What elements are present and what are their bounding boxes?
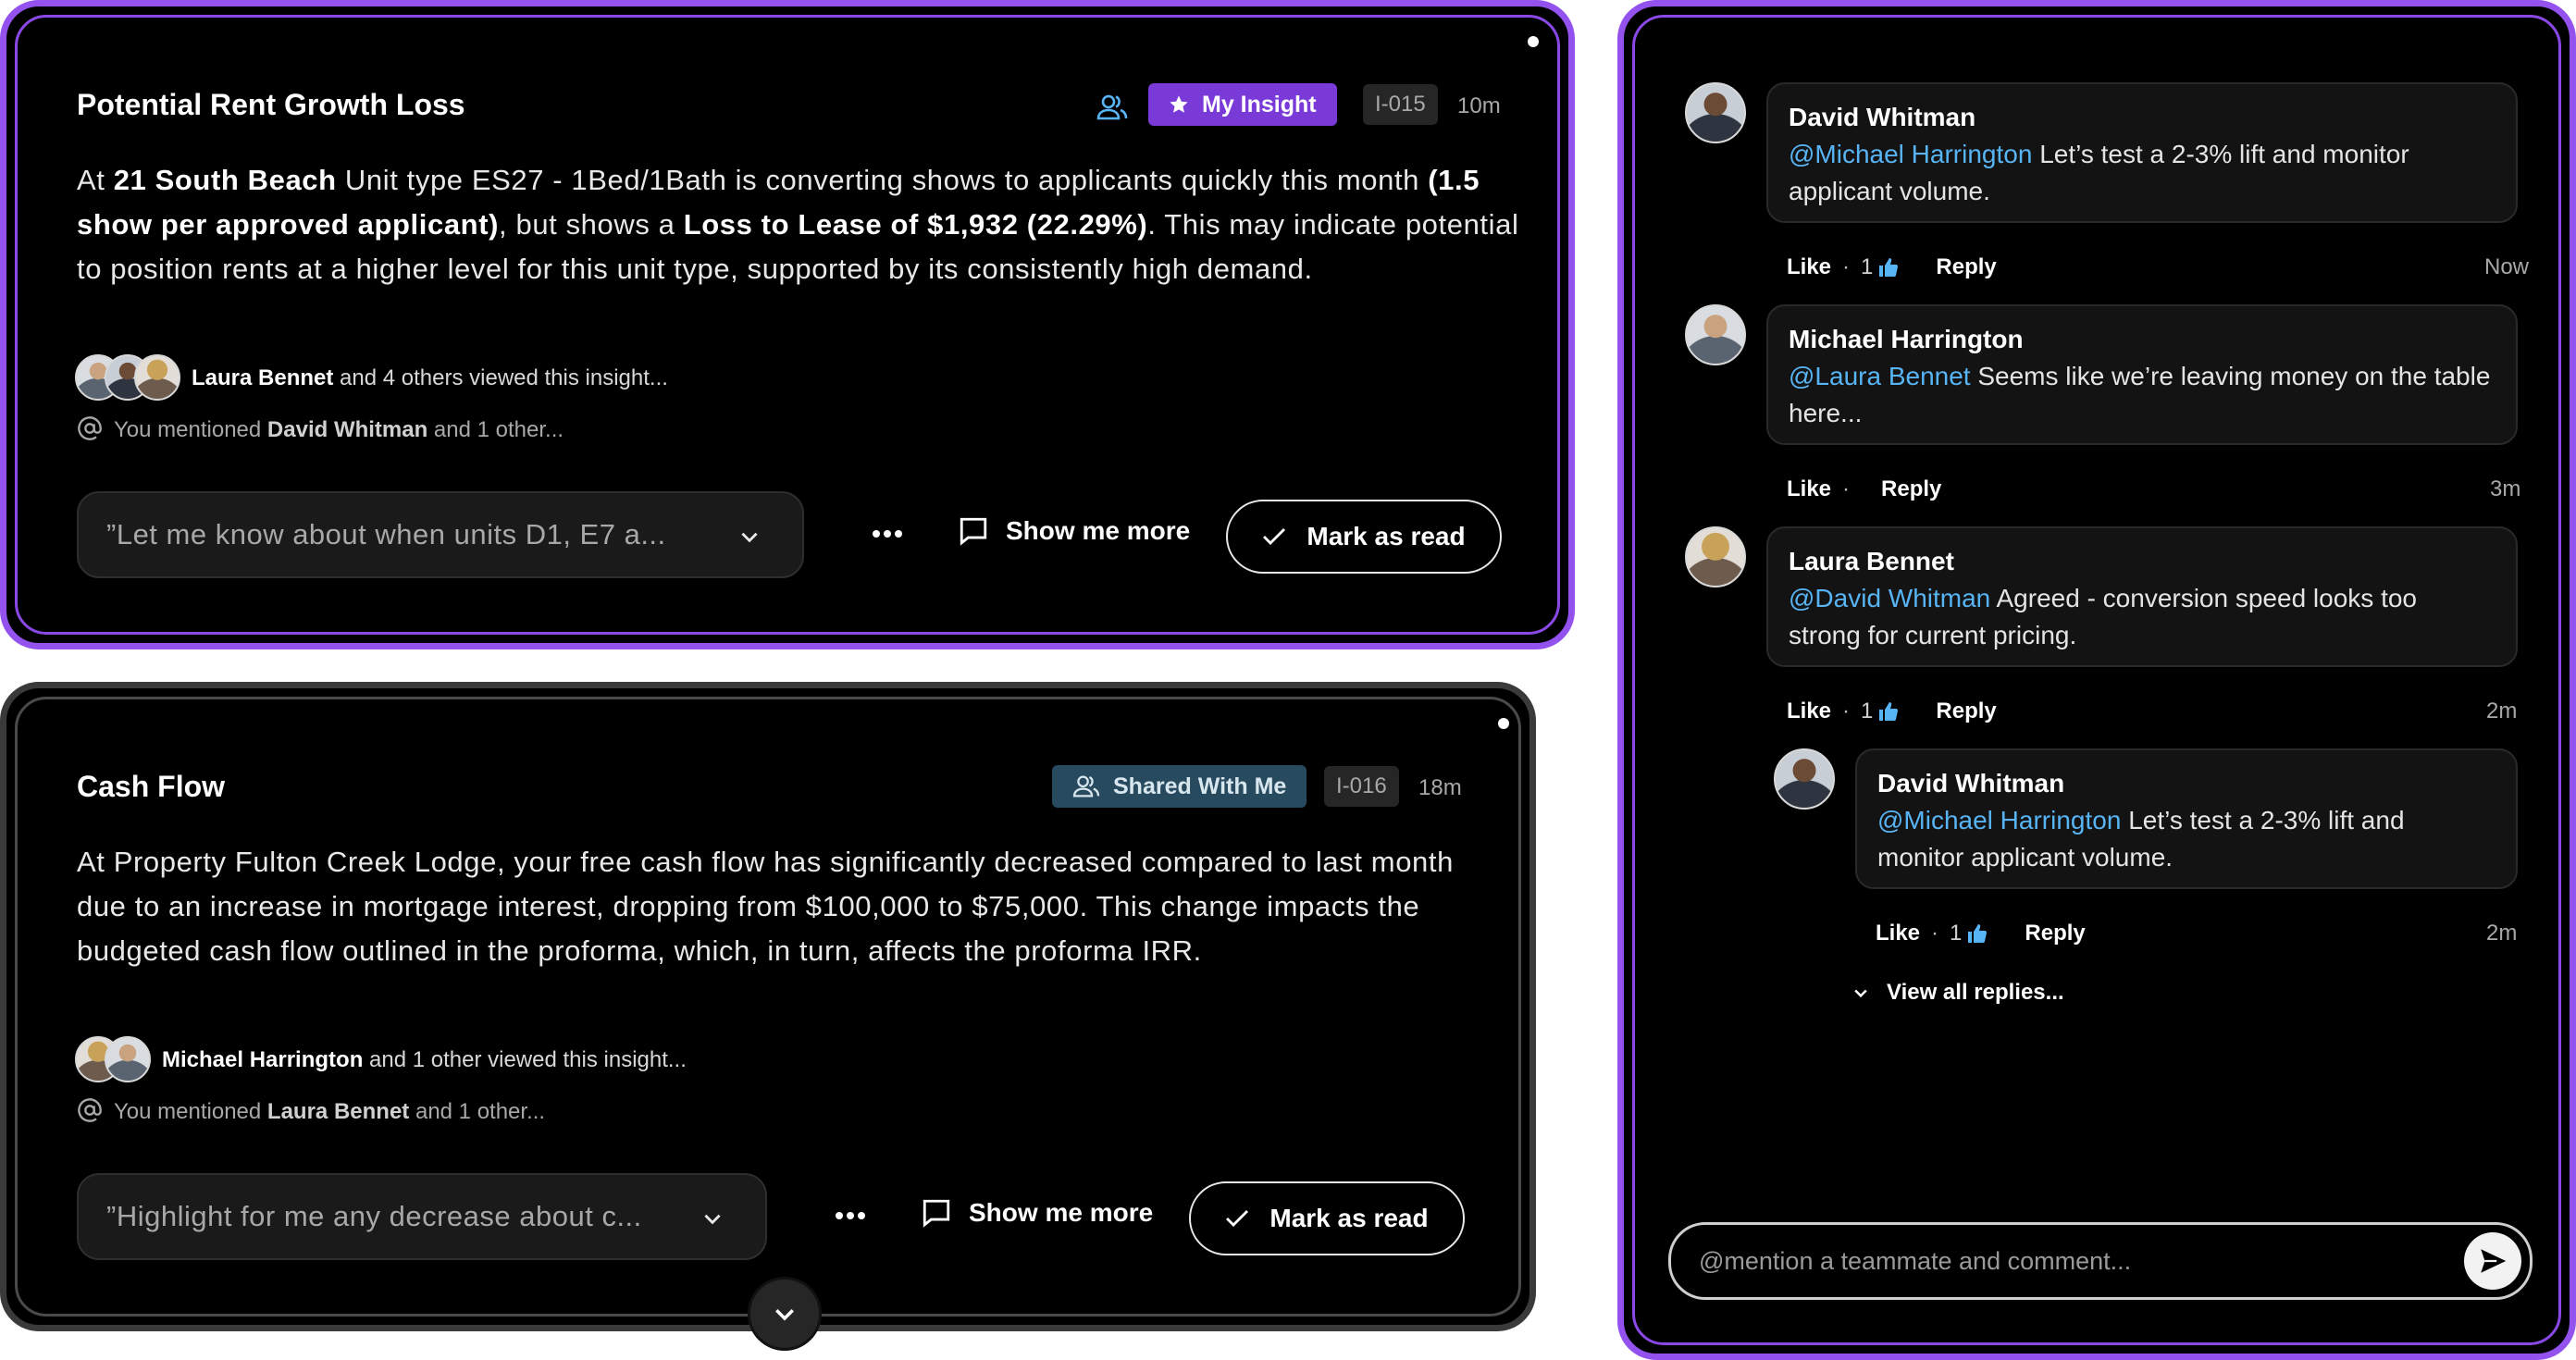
comment-author: David Whitman bbox=[1789, 103, 1976, 131]
shared-with-me-badge: Shared With Me bbox=[1052, 765, 1307, 808]
chevron-down-icon bbox=[1852, 983, 1870, 1002]
chevron-down-icon bbox=[771, 1300, 799, 1328]
reply-button[interactable]: Reply bbox=[1936, 699, 1996, 724]
comment-bubble: David Whitman @Michael Harrington Let’s … bbox=[1766, 82, 2518, 223]
reply-button[interactable]: Reply bbox=[2025, 921, 2085, 946]
viewer-avatars bbox=[75, 354, 186, 402]
more-options-icon[interactable] bbox=[834, 1199, 867, 1237]
at-mention-icon bbox=[77, 1097, 103, 1128]
scroll-down-button[interactable] bbox=[748, 1277, 822, 1351]
insight-card-cash-flow[interactable]: Cash Flow Shared With Me I-016 18m At Pr… bbox=[0, 682, 1536, 1331]
at-mention-icon bbox=[77, 415, 103, 446]
mentions-text: You mentioned Laura Bennet and 1 other..… bbox=[114, 1099, 546, 1124]
comment-text: @David Whitman Agreed - conversion speed… bbox=[1789, 584, 2417, 649]
mention-link[interactable]: @David Whitman bbox=[1789, 584, 1990, 612]
chevron-down-icon bbox=[700, 1205, 724, 1238]
thumbs-up-icon bbox=[1965, 922, 1989, 945]
unread-dot bbox=[1498, 718, 1509, 729]
insight-title: Cash Flow bbox=[77, 770, 226, 803]
comment-actions: Like · 1 Reply bbox=[1787, 699, 1997, 724]
mark-as-read-button[interactable]: Mark as read bbox=[1189, 1181, 1465, 1255]
comment-text: @Laura Bennet Seems like we’re leaving m… bbox=[1789, 362, 2491, 427]
like-button[interactable]: Like bbox=[1787, 254, 1831, 280]
like-button[interactable]: Like bbox=[1787, 699, 1831, 724]
mention-link[interactable]: @Laura Bennet bbox=[1789, 362, 1971, 390]
view-all-replies-link[interactable]: View all replies... bbox=[1852, 980, 2064, 1006]
like-count: 1 bbox=[1861, 254, 1901, 280]
insight-body: At Property Fulton Creek Lodge, your fre… bbox=[77, 846, 1454, 967]
chat-icon bbox=[958, 515, 989, 547]
unread-dot bbox=[1528, 36, 1539, 47]
avatar bbox=[1685, 526, 1746, 587]
team-icon bbox=[1072, 774, 1100, 798]
comment-author: Michael Harrington bbox=[1789, 325, 2024, 353]
comment-text: @Michael Harrington Let’s test a 2-3% li… bbox=[1877, 806, 2405, 872]
star-icon bbox=[1169, 94, 1189, 115]
insight-age: 18m bbox=[1418, 775, 1462, 800]
comment-author: David Whitman bbox=[1877, 769, 2065, 797]
comments-panel: David Whitman @Michael Harrington Let’s … bbox=[1617, 0, 2576, 1360]
comment-input[interactable]: @mention a teammate and comment... bbox=[1668, 1222, 2533, 1300]
insight-id: I-016 bbox=[1324, 766, 1399, 807]
reply-button[interactable]: Reply bbox=[1936, 254, 1996, 280]
comment-time: Now bbox=[2484, 254, 2530, 279]
prompt-dropdown[interactable]: ”Highlight for me any decrease about c..… bbox=[77, 1173, 767, 1260]
mention-link[interactable]: @Michael Harrington bbox=[1789, 140, 2032, 168]
comment-time: 2m bbox=[2486, 921, 2518, 946]
insight-card-rent-growth[interactable]: Potential Rent Growth Loss My Insight I-… bbox=[0, 0, 1575, 649]
like-button[interactable]: Like bbox=[1876, 921, 1920, 946]
like-count: 1 bbox=[1861, 699, 1901, 724]
thumbs-up-icon bbox=[1876, 700, 1901, 723]
insight-body: At 21 South Beach Unit type ES27 - 1Bed/… bbox=[77, 164, 1519, 285]
like-button[interactable]: Like bbox=[1787, 476, 1831, 502]
team-icon bbox=[1096, 93, 1128, 126]
mark-as-read-button[interactable]: Mark as read bbox=[1226, 500, 1502, 574]
comment-author: Laura Bennet bbox=[1789, 547, 1954, 575]
avatar bbox=[134, 354, 180, 401]
chat-icon bbox=[921, 1197, 952, 1229]
more-options-icon[interactable] bbox=[871, 517, 904, 555]
avatar bbox=[1774, 748, 1835, 810]
my-insight-badge: My Insight bbox=[1148, 83, 1337, 126]
reply-button[interactable]: Reply bbox=[1881, 476, 1941, 502]
send-icon bbox=[2477, 1245, 2508, 1277]
comment-text: @Michael Harrington Let’s test a 2-3% li… bbox=[1789, 140, 2409, 205]
insight-title: Potential Rent Growth Loss bbox=[77, 88, 465, 121]
like-count: 1 bbox=[1950, 921, 1989, 946]
viewers-text[interactable]: Michael Harrington and 1 other viewed th… bbox=[162, 1047, 687, 1073]
avatar bbox=[1685, 82, 1746, 143]
insight-age: 10m bbox=[1457, 93, 1501, 118]
viewers-text[interactable]: Laura Bennet and 4 others viewed this in… bbox=[192, 365, 668, 391]
viewer-avatars bbox=[75, 1036, 158, 1084]
thumbs-up-icon bbox=[1876, 256, 1901, 278]
comment-time: 2m bbox=[2486, 699, 2518, 723]
reply-bubble: David Whitman @Michael Harrington Let’s … bbox=[1855, 748, 2518, 889]
mention-link[interactable]: @Michael Harrington bbox=[1877, 806, 2121, 835]
show-more-button[interactable]: Show me more bbox=[921, 1197, 1153, 1229]
show-more-button[interactable]: Show me more bbox=[958, 515, 1190, 547]
comment-actions: Like · 1 Reply bbox=[1787, 254, 1997, 280]
check-icon bbox=[1262, 526, 1286, 547]
comment-time: 3m bbox=[2490, 476, 2521, 501]
comment-bubble: Michael Harrington @Laura Bennet Seems l… bbox=[1766, 304, 2518, 445]
avatar bbox=[1685, 304, 1746, 365]
comment-actions: Like · 1 Reply bbox=[1876, 921, 2086, 946]
send-button[interactable] bbox=[2464, 1232, 2521, 1290]
insight-id: I-015 bbox=[1363, 84, 1438, 125]
comment-bubble: Laura Bennet @David Whitman Agreed - con… bbox=[1766, 526, 2518, 667]
check-icon bbox=[1225, 1208, 1249, 1229]
chevron-down-icon bbox=[737, 523, 762, 556]
mentions-text: You mentioned David Whitman and 1 other.… bbox=[114, 417, 564, 442]
comment-actions: Like · Reply bbox=[1787, 476, 1942, 502]
avatar bbox=[105, 1036, 151, 1082]
prompt-dropdown[interactable]: ”Let me know about when units D1, E7 a..… bbox=[77, 491, 804, 578]
